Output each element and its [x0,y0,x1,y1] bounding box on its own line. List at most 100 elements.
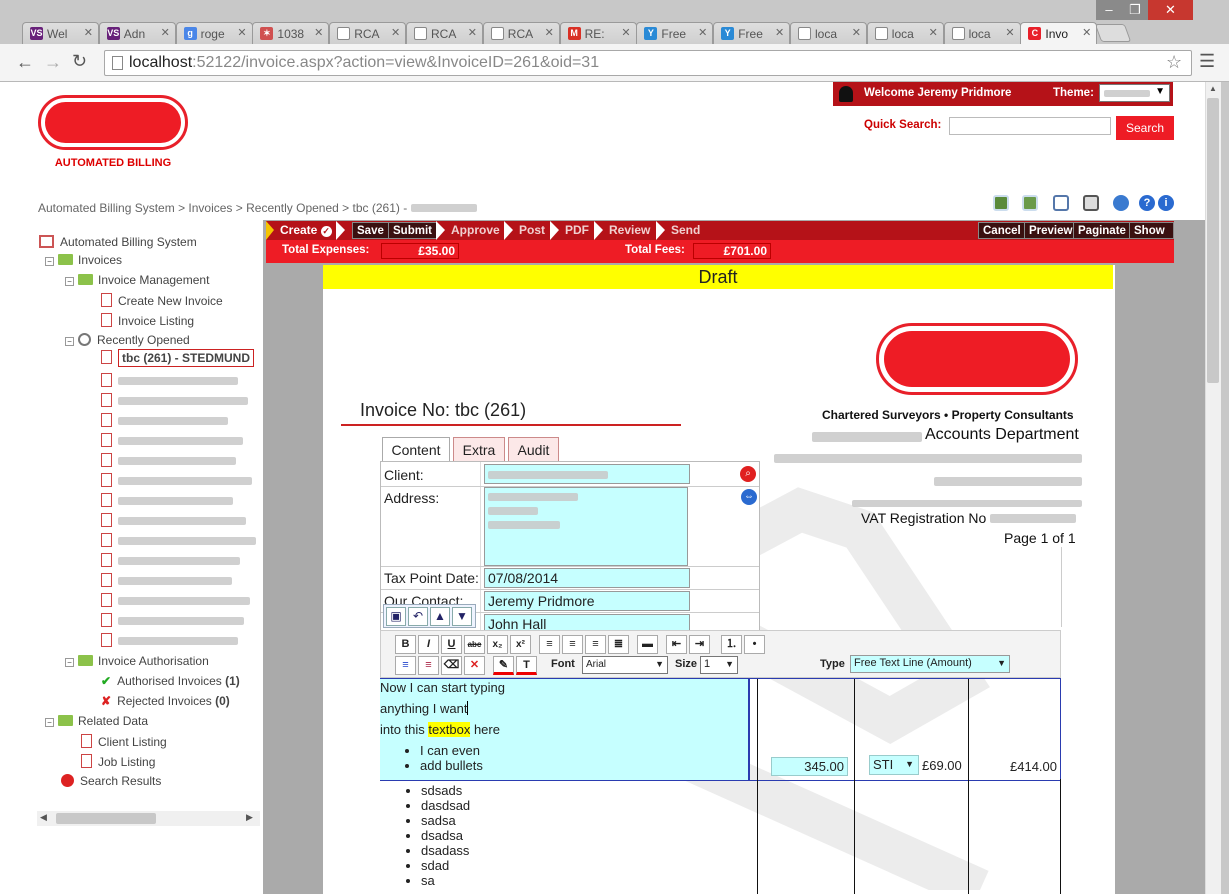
tree-invoice-listing[interactable]: Invoice Listing [101,313,194,328]
browser-tab[interactable]: C Invo ✕ [1020,22,1098,44]
remove-icon[interactable]: ✕ [464,656,485,675]
tree-create-new-invoice[interactable]: Create New Invoice [101,293,223,308]
browser-tab[interactable]: loca ✕ [790,22,867,44]
address-bar[interactable]: localhost:52122/invoice.aspx?action=view… [104,50,1192,76]
scroll-left-icon[interactable]: ◀ [40,812,47,823]
highlight-color-icon[interactable]: ✎ [493,656,514,675]
browser-tab[interactable]: Y Free ✕ [636,22,714,44]
align-right-icon[interactable]: ≡ [585,635,606,654]
superscript-button[interactable]: x² [510,635,531,654]
move-up-icon[interactable]: ▲ [430,607,450,626]
step-create[interactable]: Create ✓ [280,221,332,240]
tree-invoices[interactable]: − Invoices [45,253,122,267]
new-tab-button[interactable] [1094,24,1132,42]
close-tab-icon[interactable]: ✕ [929,26,938,39]
clear-format-icon[interactable]: ≡ [418,656,439,675]
align-left-icon[interactable]: ≡ [539,635,560,654]
contact-input[interactable]: Jeremy Pridmore [484,591,690,611]
browser-tab[interactable]: Y Free ✕ [713,22,791,44]
close-tab-icon[interactable]: ✕ [391,26,400,39]
vat-code-select[interactable]: STI ▼ [869,755,919,775]
step-post[interactable]: Post [519,221,545,240]
close-tab-icon[interactable]: ✕ [698,26,707,39]
close-tab-icon[interactable]: ✕ [161,26,170,39]
forward-icon[interactable]: → [44,52,62,73]
step-send[interactable]: Send [671,221,700,240]
browser-tab[interactable]: loca ✕ [866,22,944,44]
close-tab-icon[interactable]: ✕ [237,26,246,39]
page-scroll-thumb[interactable] [1207,98,1219,383]
tree-recent-item[interactable] [101,533,256,548]
step-approve[interactable]: Approve [451,221,500,240]
close-tab-icon[interactable]: ✕ [1082,26,1091,39]
client-search-icon[interactable]: ⌕ [740,466,756,482]
subscript-button[interactable]: x₂ [487,635,508,654]
font-select[interactable]: Arial ▼ [582,656,668,674]
window-icon[interactable] [1053,195,1069,211]
back-icon[interactable]: ← [16,52,34,73]
minimize-button[interactable]: – [1096,0,1122,20]
browser-tab[interactable]: ✶ 1038 ✕ [252,22,330,44]
bookmark-star-icon[interactable]: ☆ [1166,52,1182,73]
tax-point-input[interactable]: 07/08/2014 [484,568,690,588]
browser-tab[interactable]: VS Wel ✕ [22,22,99,44]
line-description-editor[interactable]: Now I can start typing anything I want i… [380,679,750,780]
collapse-icon[interactable]: − [45,257,54,266]
scroll-right-icon[interactable]: ▶ [246,812,253,823]
address-textarea[interactable] [484,487,688,566]
close-tab-icon[interactable]: ✕ [775,26,784,39]
close-tab-icon[interactable]: ✕ [545,26,554,39]
tree-recent-item[interactable] [101,633,238,648]
tree-recent-item[interactable] [101,553,240,568]
collapse-icon[interactable]: − [65,277,74,286]
underline-button[interactable]: U [441,635,462,654]
strikethrough-button[interactable]: abc [464,635,485,654]
search-button[interactable]: Search [1116,116,1174,140]
step-review[interactable]: Review [609,221,650,240]
step-pdf[interactable]: PDF [565,221,589,240]
browser-tab[interactable]: g roge ✕ [175,22,253,44]
outdent-icon[interactable]: ⇤ [666,635,687,654]
close-tab-icon[interactable]: ✕ [852,26,861,39]
tree-current-invoice[interactable]: tbc (261) - STEDMUND [101,349,255,367]
client-input[interactable] [484,464,690,484]
submit-button[interactable]: Submit [388,222,437,239]
tab-extra[interactable]: Extra [453,437,505,461]
italic-button[interactable]: I [418,635,439,654]
tree-related-data[interactable]: − Related Data [45,714,148,728]
info-icon[interactable]: i [1158,195,1174,211]
tree-recent-item[interactable] [101,413,228,428]
eraser-icon[interactable]: ⌫ [441,656,462,675]
comment-icon[interactable] [1113,195,1129,211]
tree-invoice-authorisation[interactable]: − Invoice Authorisation [65,654,209,668]
tree-recent-item[interactable] [101,493,233,508]
indent-icon[interactable]: ⇥ [689,635,710,654]
save-button[interactable]: Save [352,222,389,239]
collapse-icon[interactable]: − [45,718,54,727]
menu-icon[interactable]: ☰ [1199,51,1215,72]
tab-audit[interactable]: Audit [508,437,559,461]
address-lookup-icon[interactable]: ⇔ [741,489,757,505]
tree-recent-item[interactable] [101,513,246,528]
tree-recent-item[interactable] [101,373,238,388]
cancel-button[interactable]: Cancel [978,222,1026,239]
tree-search-results[interactable]: Search Results [61,774,161,788]
bullet-list-icon[interactable]: • [744,635,765,654]
tree-root[interactable]: Automated Billing System [39,235,197,249]
partner-input[interactable]: John Hall [484,614,690,631]
browser-tab[interactable]: VS Adn ✕ [98,22,176,44]
collapse-icon[interactable]: − [65,337,74,346]
undo-icon[interactable]: ↶ [408,607,428,626]
tree-recent-item[interactable] [101,393,248,408]
bold-button[interactable]: B [395,635,416,654]
amount-input[interactable]: 345.00 [771,757,848,776]
close-tab-icon[interactable]: ✕ [1005,26,1014,39]
layout-icon[interactable] [993,195,1009,211]
collapse-icon[interactable]: − [65,658,74,667]
show-button[interactable]: Show ▼ [1129,222,1174,253]
paginate-button[interactable]: Paginate [1073,222,1131,239]
align-center-icon[interactable]: ≡ [562,635,583,654]
tree-recent-item[interactable] [101,433,243,448]
tree-job-listing[interactable]: Job Listing [81,754,155,769]
close-window-button[interactable]: ✕ [1148,0,1193,20]
